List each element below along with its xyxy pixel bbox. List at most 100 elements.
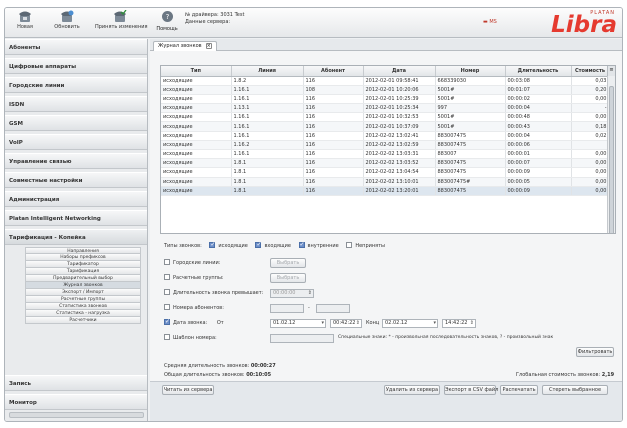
sidebar-section-gsm[interactable]: GSM [5,115,147,131]
col-header-duration[interactable]: Длительность [505,66,572,77]
calc-groups-checkbox[interactable] [164,273,170,280]
cell-number: 997 [435,103,506,114]
new-button[interactable]: Новая [7,10,43,36]
calc-groups-row: Расчетные группы: [164,273,224,283]
help-button[interactable]: ? Помощь [155,10,179,36]
table-row[interactable]: исходящие 1.16.1 116 2012-02-01 10:32:53 500… [161,112,610,123]
sidebar-item-call-log[interactable]: Журнал звонков [25,282,141,289]
apply-changes-button[interactable]: Принять изменения [95,10,148,36]
outgoing-checkbox[interactable] [209,240,215,250]
table-row[interactable]: исходящие 1.8.2 116 2012-02-01 09:58:41 6683… [161,76,610,86]
refresh-button[interactable]: Обновить [49,10,85,36]
sidebar-item-calc-groups[interactable]: Расчетные группы [25,296,141,303]
col-header-line[interactable]: Линия [231,66,304,77]
table-row[interactable]: исходящие 1.8.1 116 2012-02-02 13:04:54 8830… [161,167,610,178]
unanswered-checkbox[interactable] [346,241,353,248]
sidebar-item-tariffer[interactable]: Тарификатор [25,261,141,268]
scrollbar-thumb[interactable] [609,86,614,233]
subscriber-checkbox[interactable] [164,303,170,310]
read-from-server-button[interactable]: Читать из сервера [162,385,214,395]
duration-checkbox[interactable] [164,288,170,295]
sidebar-item-load-stats[interactable]: Статистика - нагрузка [25,310,141,317]
sidebar-section-shared-settings[interactable]: Совместные настройки [5,172,147,188]
cell-date: 2012-02-01 10:32:53 [363,112,436,123]
date-checkbox[interactable] [164,317,170,327]
sidebar-scrollbar[interactable] [9,412,144,418]
call-types-row: Типы звонков: исходящие входящие внутрен… [164,240,385,251]
sidebar-section-subscribers[interactable]: Абоненты [5,39,147,55]
export-csv-button[interactable]: Экспорт в CSV файл [444,385,498,395]
select-calc-groups-button[interactable]: Выбрать [270,273,306,283]
cell-date: 2012-02-01 10:20:06 [363,85,436,95]
cell-duration: 00:00:09 [505,167,572,178]
cell-number: 883007475 [435,140,506,151]
table-row[interactable]: исходящие 1.8.1 116 2012-02-02 13:20:01 8830… [161,186,610,196]
sidebar-item-call-stats[interactable]: Статистика звонков [25,303,141,310]
sidebar-section-monitor[interactable]: Монитор [5,394,147,410]
sidebar-item-billing[interactable]: Тарификация [25,268,141,275]
dropdown-icon[interactable]: ▾ [321,320,324,327]
col-header-type[interactable]: Тип [161,66,232,77]
sidebar-item-prefix-sets[interactable]: Наборы префиксов [25,254,141,261]
print-button[interactable]: Распечатать [500,385,538,395]
table-row[interactable]: исходящие 1.16.2 116 2012-02-02 13:02:59 883… [161,140,610,151]
sidebar-section-digital-phones[interactable]: Цифровые аппараты [5,58,147,74]
table-row[interactable]: исходящие 1.16.1 116 2012-02-01 10:37:09 500… [161,121,610,132]
filter-button[interactable]: Фильтровать [576,347,614,357]
spinner-icon[interactable]: ⇕ [356,320,360,327]
select-city-lines-button[interactable]: Выбрать [270,258,306,268]
col-header-cost[interactable]: Стоимость [571,66,610,77]
table-scrollbar[interactable] [607,76,615,233]
cell-date: 2012-02-01 09:58:41 [363,76,436,86]
incoming-checkbox[interactable] [255,240,262,250]
table-row[interactable]: исходящие 1.8.1 116 2012-02-02 13:03:52 8830… [161,158,610,169]
cell-cost: 0,00 [571,149,610,160]
time-from-input[interactable]: 00:42:22 ⇕ [330,319,362,328]
language-indicator[interactable]: ▬ MS [483,19,497,25]
delete-selected-button[interactable]: Стереть выбранное [542,385,608,395]
dropdown-icon[interactable]: ▾ [433,320,436,327]
table-row[interactable]: исходящие 1.16.1 116 2012-02-02 13:02:41 883… [161,131,610,141]
subscriber-to-input[interactable] [316,304,350,313]
cell-date: 2012-02-02 13:03:52 [363,158,436,169]
table-row[interactable]: исходящие 1.16.1 108 2012-02-01 10:20:06 500… [161,85,610,95]
col-header-date[interactable]: Дата [363,66,436,77]
sidebar-item-preselection[interactable]: Предварительный выбор [25,275,141,282]
table-header-row: Тип Линия Абонент Дата Номер Длительност… [161,66,610,77]
sidebar-section-isdn[interactable]: ISDN [5,96,147,112]
time-to-input[interactable]: 14:42:22 ⇕ [442,319,476,328]
city-lines-checkbox[interactable] [164,258,170,265]
subscriber-from-input[interactable] [270,304,304,313]
table-row[interactable]: исходящие 1.16.1 116 2012-02-01 10:25:39 500… [161,94,610,105]
cell-subscriber: 116 [303,112,364,123]
delete-from-server-button[interactable]: Удалить из сервера [384,385,440,395]
sidebar-section-platan-networking[interactable]: Platan Intelligent Networking [5,210,147,226]
col-header-number[interactable]: Номер [435,66,506,77]
date-from-input[interactable]: 01.02.12 ▾ [270,319,326,328]
table-row[interactable]: исходящие 1.16.1 116 2012-02-02 13:03:31 883… [161,149,610,160]
sidebar-item-directions[interactable]: Направления [25,247,141,254]
internal-checkbox[interactable] [298,240,305,250]
sidebar-section-billing[interactable]: Тарификация - Копейка [5,229,147,245]
sidebar-section-administration[interactable]: Администрация [5,191,147,207]
table-row[interactable]: исходящие 1.8.1 116 2012-02-02 13:10:01 8830… [161,177,610,187]
sidebar-section-connection-management[interactable]: Управление связью [5,153,147,169]
pattern-input[interactable] [270,334,334,343]
sidebar-item-export-import[interactable]: Экспорт / Импорт [25,289,141,296]
close-icon[interactable]: × [205,42,212,49]
spinner-icon[interactable]: ⇕ [470,320,474,327]
sidebar-section-voip[interactable]: VoIP [5,134,147,150]
spinner-icon[interactable]: ⇕ [308,290,312,297]
sidebar-section-city-lines[interactable]: Городские линии [5,77,147,93]
cell-line: 1.8.1 [231,167,304,178]
table-row[interactable]: исходящие 1.13.1 116 2012-02-01 10:25:34 997… [161,103,610,114]
col-header-subscriber[interactable]: Абонент [303,66,364,77]
column-menu-icon[interactable]: ≡ [607,66,615,76]
pattern-checkbox[interactable] [164,333,170,340]
sidebar-section-recording[interactable]: Запись [5,375,147,391]
tab-call-log[interactable]: Журнал звонков × [153,41,217,51]
sidebar-item-calculators[interactable]: Расчетчики [25,317,141,324]
duration-input[interactable]: 00:00:00 ⇕ [270,289,314,298]
date-to-input[interactable]: 02.02.12 ▾ [382,319,438,328]
cell-number: 883007475 [435,167,506,178]
